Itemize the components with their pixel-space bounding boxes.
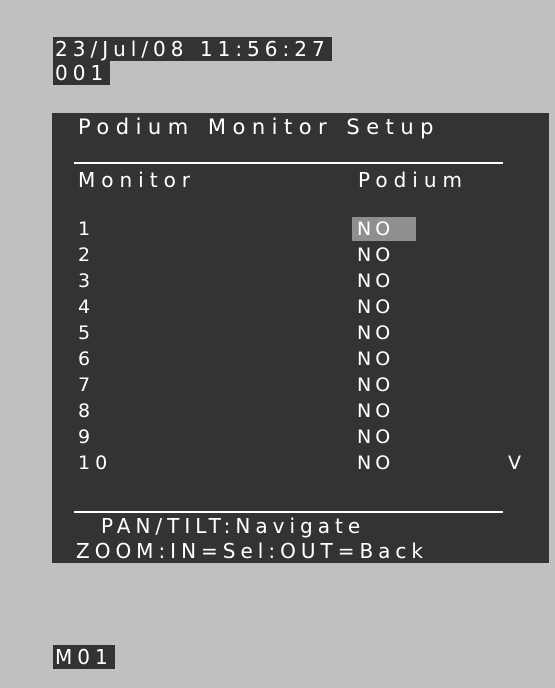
- podium-value[interactable]: NO: [352, 295, 416, 319]
- camera-id-display: 001: [53, 61, 111, 85]
- help-zoom: ZOOM:IN=Sel:OUT=Back: [76, 539, 429, 563]
- list-item[interactable]: 10 NO V: [52, 450, 549, 476]
- monitor-number: 6: [78, 348, 96, 370]
- monitor-number: 5: [78, 322, 96, 344]
- podium-value[interactable]: NO: [352, 321, 416, 345]
- podium-value[interactable]: NO: [352, 243, 416, 267]
- podium-value-selected[interactable]: NO: [352, 217, 416, 241]
- list-item[interactable]: 1 NO: [52, 216, 549, 242]
- list-item[interactable]: 2 NO: [52, 242, 549, 268]
- podium-value[interactable]: NO: [352, 451, 416, 475]
- date-time-display: 23/Jul/08 11:56:27: [53, 37, 332, 61]
- list-item[interactable]: 8 NO: [52, 398, 549, 424]
- podium-value[interactable]: NO: [352, 347, 416, 371]
- monitor-id-display: M01: [53, 645, 115, 669]
- monitor-number: 10: [78, 452, 113, 474]
- podium-value[interactable]: NO: [352, 269, 416, 293]
- monitor-number: 3: [78, 270, 96, 292]
- monitor-list: 1 NO 2 NO 3 NO 4 NO 5 NO 6 NO 7 NO 8 NO: [52, 216, 549, 476]
- help-divider: [74, 511, 503, 513]
- monitor-number: 7: [78, 374, 96, 396]
- list-item[interactable]: 7 NO: [52, 372, 549, 398]
- podium-value[interactable]: NO: [352, 373, 416, 397]
- column-header-monitor: Monitor: [78, 168, 197, 192]
- podium-value[interactable]: NO: [352, 399, 416, 423]
- monitor-number: 1: [78, 218, 96, 240]
- monitor-number: 8: [78, 400, 96, 422]
- list-item[interactable]: 9 NO: [52, 424, 549, 450]
- column-header-podium: Podium: [358, 168, 468, 192]
- list-item[interactable]: 6 NO: [52, 346, 549, 372]
- list-item[interactable]: 4 NO: [52, 294, 549, 320]
- list-item[interactable]: 3 NO: [52, 268, 549, 294]
- monitor-number: 4: [78, 296, 96, 318]
- scroll-down-indicator: V: [508, 452, 521, 474]
- list-item[interactable]: 5 NO: [52, 320, 549, 346]
- monitor-number: 9: [78, 426, 96, 448]
- monitor-number: 2: [78, 244, 96, 266]
- title-divider: [74, 162, 503, 164]
- podium-value[interactable]: NO: [352, 425, 416, 449]
- podium-monitor-setup-screen: { "status": { "datetime": "23/Jul/08 11:…: [0, 0, 555, 688]
- setup-menu-panel: Podium Monitor Setup Monitor Podium 1 NO…: [52, 113, 549, 563]
- menu-title: Podium Monitor Setup: [78, 115, 440, 139]
- help-navigate: PAN/TILT:Navigate: [101, 514, 366, 538]
